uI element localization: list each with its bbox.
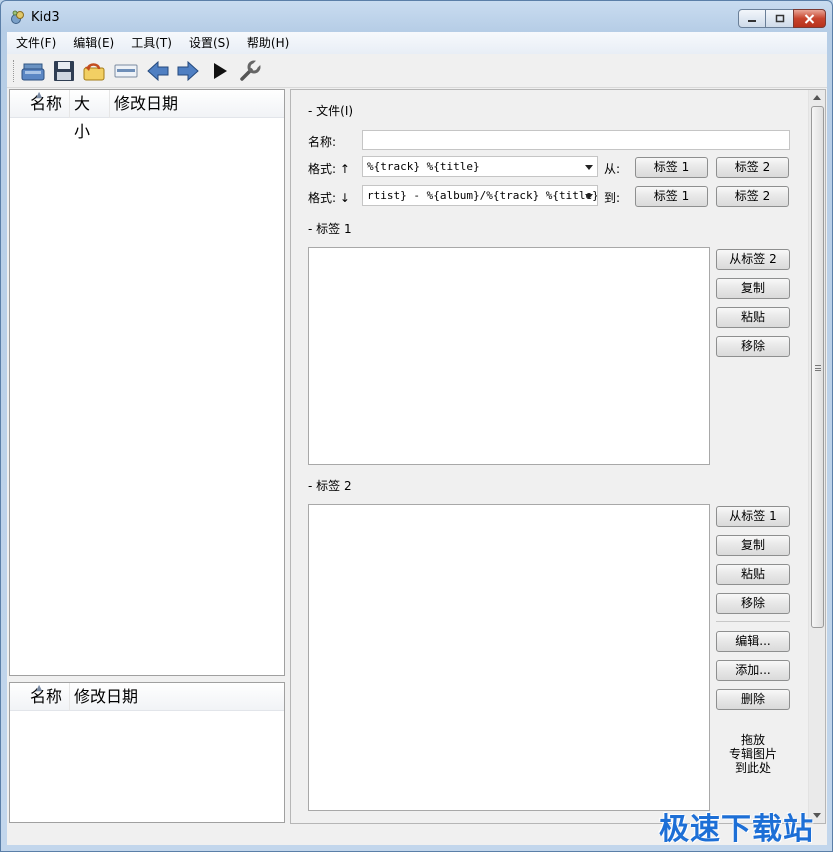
client-area: 文件(F) 编辑(E) 工具(T) 设置(S) 帮助(H) ▲ 名称 大小 修改… — [7, 32, 827, 845]
properties-button[interactable] — [113, 59, 139, 83]
settings-button[interactable] — [237, 59, 263, 83]
menu-settings[interactable]: 设置(S) — [181, 32, 238, 54]
name-label: 名称: — [308, 135, 337, 149]
previous-button[interactable] — [145, 59, 171, 83]
column-size-label: 大小 — [74, 93, 91, 141]
dir-sort-ascending-icon: ▲ — [36, 682, 43, 692]
save-icon — [54, 61, 74, 81]
to-label: 到: — [604, 191, 621, 205]
tag2-remove-button[interactable]: 移除 — [716, 593, 790, 614]
previous-icon — [147, 61, 169, 81]
dir-column-name[interactable]: ▲ 名称 — [10, 682, 70, 711]
vertical-scrollbar[interactable] — [808, 90, 825, 823]
toolbar — [7, 54, 827, 88]
column-modified[interactable]: 修改日期 — [110, 90, 284, 118]
open-folder-icon — [21, 63, 45, 81]
tag-editor-panel: - 文件(I) 名称: 格式: ↑ %{track} %{title} 从: 标… — [290, 89, 826, 824]
sort-ascending-icon: ▲ — [36, 89, 43, 99]
tag2-add-button[interactable]: 添加... — [716, 660, 790, 681]
close-button[interactable] — [793, 9, 826, 28]
format-from-tag-combo[interactable]: %{track} %{title} — [362, 156, 598, 177]
revert-icon — [83, 63, 105, 81]
dir-column-name-label: 名称 — [30, 686, 63, 706]
filename-from-tag1-button[interactable]: 标签 1 — [635, 157, 708, 178]
tag1-from-filename-button[interactable]: 标签 1 — [635, 186, 708, 207]
grip-icon — [815, 365, 821, 371]
tag2-from-tag1-button[interactable]: 从标签 1 — [716, 506, 790, 527]
revert-button[interactable] — [81, 59, 107, 83]
scroll-up-icon[interactable] — [813, 95, 821, 100]
play-button[interactable] — [207, 59, 233, 83]
maximize-button[interactable] — [765, 9, 794, 28]
minimize-button[interactable] — [738, 9, 766, 28]
app-logo-icon — [11, 10, 24, 24]
tag2-frame-table[interactable] — [308, 504, 710, 811]
tag2-from-filename-button[interactable]: 标签 2 — [716, 186, 789, 207]
format-from-tag-label: 格式: ↑ — [308, 162, 350, 176]
title-bar[interactable]: Kid3 — [1, 1, 832, 33]
button-separator — [716, 621, 790, 622]
save-button[interactable] — [51, 59, 77, 83]
column-size[interactable]: 大小 — [70, 89, 110, 141]
album-art-drop-zone[interactable]: 拖放 专辑图片 到此处 — [716, 733, 790, 775]
tag2-copy-button[interactable]: 复制 — [716, 535, 790, 556]
directory-list-header: ▲ 名称 修改日期 — [10, 682, 284, 711]
directory-list[interactable]: ▲ 名称 修改日期 — [9, 682, 285, 823]
tag1-paste-button[interactable]: 粘贴 — [716, 307, 790, 328]
filename-input[interactable] — [362, 130, 790, 150]
column-name-label: 名称 — [30, 93, 63, 113]
drop-text-line3: 到此处 — [734, 761, 771, 775]
next-button[interactable] — [175, 59, 201, 83]
from-label: 从: — [604, 162, 621, 176]
column-name[interactable]: ▲ 名称 — [10, 89, 70, 118]
settings-wrench-icon — [240, 60, 261, 81]
watermark-text: 极速下载站 — [659, 812, 814, 847]
drop-text-line2: 专辑图片 — [728, 747, 777, 761]
chevron-down-icon — [585, 194, 593, 199]
close-icon — [804, 13, 815, 24]
tag1-from-tag2-button[interactable]: 从标签 2 — [716, 249, 790, 270]
filename-from-tag2-button[interactable]: 标签 2 — [716, 157, 789, 178]
properties-icon — [114, 64, 138, 78]
format-to-tag-value: rtist} - %{album}/%{track} %{title} — [367, 189, 598, 202]
column-modified-label: 修改日期 — [114, 93, 179, 113]
tag1-section-label[interactable]: - 标签 1 — [308, 220, 352, 237]
format-to-tag-combo[interactable]: rtist} - %{album}/%{track} %{title} — [362, 185, 598, 206]
dir-column-modified[interactable]: 修改日期 — [70, 683, 284, 711]
menu-tools[interactable]: 工具(T) — [123, 32, 180, 54]
tag2-paste-button[interactable]: 粘贴 — [716, 564, 790, 585]
app-window: Kid3 文件(F) 编辑(E) 工具(T) 设置(S) 帮助(H) ▲ 名称 … — [0, 0, 833, 852]
window-title: Kid3 — [31, 10, 60, 25]
dir-column-modified-label: 修改日期 — [74, 686, 139, 706]
menu-help[interactable]: 帮助(H) — [239, 32, 297, 54]
window-controls — [738, 9, 826, 29]
open-button[interactable] — [20, 59, 46, 83]
file-list[interactable]: ▲ 名称 大小 修改日期 — [9, 89, 285, 676]
next-icon — [177, 61, 199, 81]
tag1-frame-table[interactable] — [308, 247, 710, 465]
menu-bar: 文件(F) 编辑(E) 工具(T) 设置(S) 帮助(H) — [7, 32, 827, 54]
minimize-icon — [748, 19, 756, 22]
tag2-edit-button[interactable]: 编辑... — [716, 631, 790, 652]
maximize-icon — [775, 14, 784, 22]
tag1-remove-button[interactable]: 移除 — [716, 336, 790, 357]
file-section-label[interactable]: - 文件(I) — [308, 102, 353, 119]
left-panel: ▲ 名称 大小 修改日期 ▲ 名称 修改日期 — [9, 89, 285, 823]
scroll-down-icon[interactable] — [813, 813, 821, 818]
menu-file[interactable]: 文件(F) — [8, 32, 64, 54]
play-icon — [214, 63, 227, 79]
toolbar-grip[interactable] — [13, 60, 15, 82]
chevron-down-icon — [585, 165, 593, 170]
tag2-delete-button[interactable]: 删除 — [716, 689, 790, 710]
format-to-tag-label: 格式: ↓ — [308, 191, 350, 205]
menu-edit[interactable]: 编辑(E) — [65, 32, 122, 54]
file-list-header: ▲ 名称 大小 修改日期 — [10, 89, 284, 141]
format-from-tag-value: %{track} %{title} — [367, 160, 480, 173]
tag1-copy-button[interactable]: 复制 — [716, 278, 790, 299]
drop-text-line1: 拖放 — [740, 733, 765, 747]
tag2-section-label[interactable]: - 标签 2 — [308, 477, 352, 494]
scrollbar-thumb[interactable] — [811, 106, 824, 628]
